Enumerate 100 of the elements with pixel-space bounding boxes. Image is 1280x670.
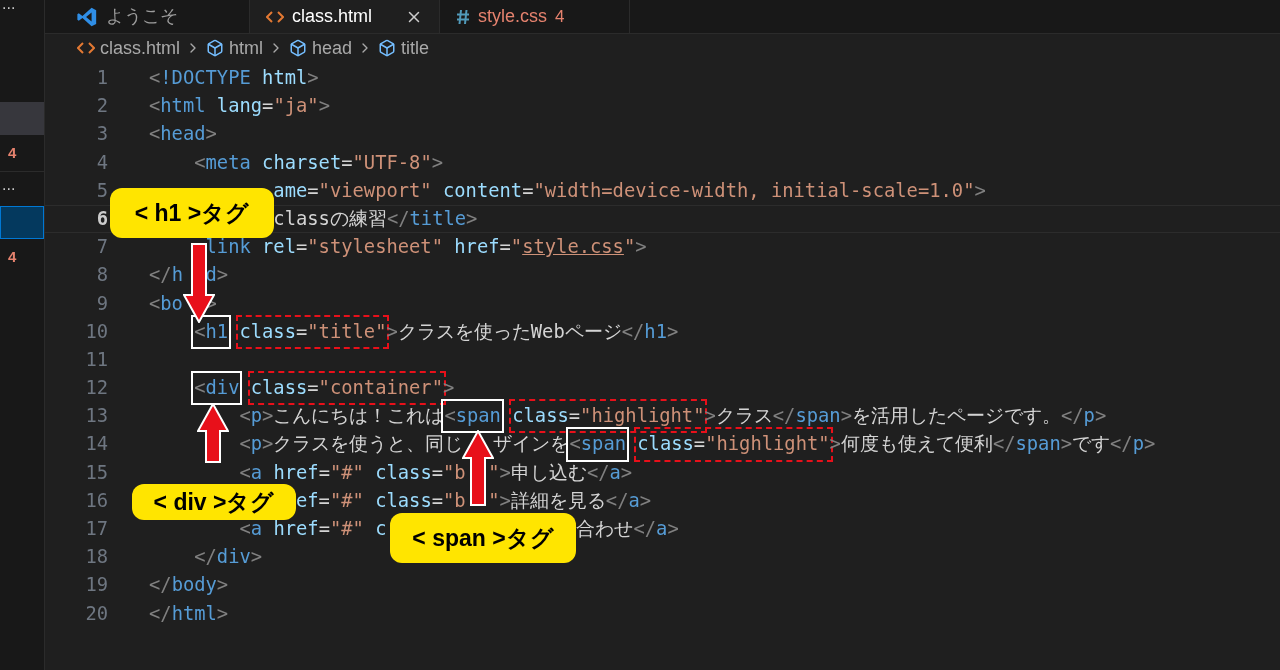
bracket: > bbox=[666, 319, 679, 344]
logo-icon bbox=[76, 5, 98, 28]
breadcrumb-item[interactable]: head bbox=[312, 34, 353, 62]
bracket: > bbox=[704, 404, 716, 429]
bracket: > bbox=[829, 432, 841, 457]
bracket: > bbox=[262, 404, 274, 429]
bracket: < bbox=[149, 122, 161, 147]
breadcrumb-item[interactable]: class.html bbox=[100, 34, 180, 62]
line-number: 8 bbox=[95, 263, 108, 288]
line-number: 19 bbox=[84, 573, 108, 598]
bracket: > bbox=[431, 150, 443, 175]
breadcrumb-item[interactable]: title bbox=[401, 34, 430, 62]
line-number: 20 bbox=[84, 601, 108, 626]
string-value: "#" bbox=[329, 460, 364, 485]
string-value: "UTF-8" bbox=[352, 150, 432, 175]
callout-label: < span >タグ bbox=[390, 513, 576, 563]
line-number: 10 bbox=[84, 319, 108, 344]
text-content: 申し込む bbox=[510, 460, 587, 485]
attribute-name: class bbox=[250, 376, 308, 401]
tag-name: span bbox=[580, 432, 626, 457]
text-content: = bbox=[307, 376, 319, 401]
list-row[interactable] bbox=[0, 206, 44, 239]
arrow-icon bbox=[197, 403, 229, 463]
tag-name: p bbox=[1132, 432, 1144, 457]
string-value: "width=device-width, initial-scale=1.0" bbox=[533, 178, 975, 203]
bracket: < bbox=[239, 404, 251, 429]
line-number: 13 bbox=[84, 404, 108, 429]
attribute-name: c bbox=[374, 517, 387, 541]
bracket: > bbox=[667, 517, 679, 541]
attribute-name: lang bbox=[215, 94, 263, 119]
tag-name: html bbox=[171, 601, 217, 626]
text-content: ザインを bbox=[493, 432, 570, 457]
tag-name: link bbox=[205, 235, 251, 260]
line-number: 4 bbox=[95, 150, 108, 175]
text-content: = bbox=[431, 488, 443, 513]
editor-tab[interactable]: class.html bbox=[250, 0, 440, 33]
bracket: > bbox=[307, 66, 319, 90]
string-value: "#" bbox=[329, 488, 364, 513]
code-brackets-icon bbox=[266, 9, 284, 24]
attribute-name: class bbox=[374, 488, 432, 513]
text-content: classの練習 bbox=[273, 206, 387, 231]
bracket: </ bbox=[586, 460, 610, 485]
bracket: < bbox=[194, 150, 206, 175]
string-value: " bbox=[623, 235, 636, 260]
tag-name: span bbox=[455, 404, 501, 429]
bracket: </ bbox=[149, 601, 172, 626]
tag-name: p bbox=[1083, 404, 1095, 429]
line-number: 18 bbox=[84, 545, 108, 570]
tag-name: h1 bbox=[205, 319, 229, 344]
text-content: 合わせ bbox=[576, 517, 634, 541]
breadcrumb-item[interactable]: html bbox=[229, 34, 264, 62]
string-value: "b bbox=[443, 460, 466, 485]
callout-label: < h1 >タグ bbox=[110, 188, 274, 238]
string-value: "stylesheet" bbox=[307, 235, 443, 260]
bracket: </ bbox=[605, 488, 629, 513]
attribute-name: ef bbox=[296, 488, 319, 513]
cube-icon bbox=[206, 39, 224, 57]
tag-name: h bbox=[171, 263, 183, 288]
line-number: 14 bbox=[84, 432, 108, 457]
bracket: </ bbox=[149, 263, 172, 288]
problem-count: 4 bbox=[7, 142, 18, 163]
more-text[interactable]: ... bbox=[0, 0, 44, 14]
bracket: > bbox=[216, 601, 229, 626]
text-content: = bbox=[522, 178, 534, 203]
bracket: > bbox=[639, 488, 652, 513]
cube-icon bbox=[378, 39, 397, 57]
string-value: "title" bbox=[307, 319, 387, 344]
tab-label: ようこそ bbox=[106, 5, 178, 28]
tag-name: body bbox=[171, 573, 217, 598]
text-content: = bbox=[296, 319, 308, 344]
line-number: 5 bbox=[95, 178, 108, 203]
bracket: > bbox=[216, 263, 229, 288]
text-content: = bbox=[296, 235, 308, 260]
bracket: < bbox=[569, 432, 581, 457]
text-content: クラスを使うと、同じ bbox=[273, 432, 464, 457]
text-content: = bbox=[307, 178, 319, 203]
bracket: < bbox=[239, 432, 251, 457]
string-value: " bbox=[488, 460, 500, 485]
code-brackets-icon bbox=[77, 41, 95, 55]
text-content: クラスを使ったWebページ bbox=[397, 319, 622, 344]
tag-name: html bbox=[160, 94, 206, 119]
hash-icon bbox=[456, 8, 470, 25]
attribute-name: href bbox=[272, 460, 319, 485]
bracket: > bbox=[635, 235, 647, 260]
link-path: style.css bbox=[522, 235, 624, 260]
text-content: = bbox=[431, 460, 443, 485]
text-content: = bbox=[318, 517, 330, 541]
tag-name: title bbox=[409, 206, 467, 231]
more-text[interactable]: ... bbox=[0, 171, 44, 203]
bracket: < bbox=[444, 404, 456, 429]
tag-name: !DOCTYPE bbox=[160, 66, 251, 90]
tag-name: p bbox=[250, 432, 263, 457]
text-content: 詳細を見る bbox=[510, 488, 606, 513]
text-content: こんにちは！これは bbox=[273, 404, 445, 429]
bracket: </ bbox=[194, 545, 217, 570]
callout-label: < div >タグ bbox=[132, 484, 296, 520]
bracket: </ bbox=[386, 206, 410, 231]
bracket: < bbox=[239, 460, 251, 485]
line-number: 15 bbox=[84, 460, 108, 485]
text-content: = bbox=[568, 404, 581, 429]
